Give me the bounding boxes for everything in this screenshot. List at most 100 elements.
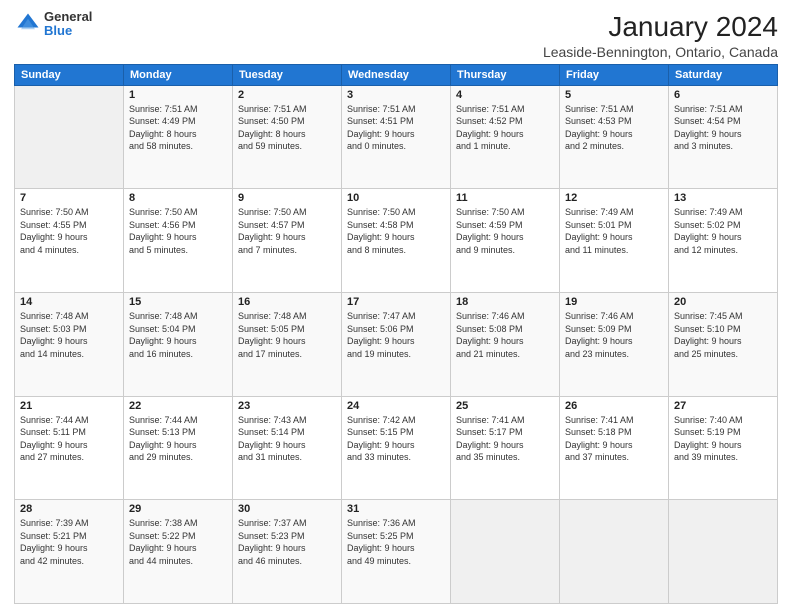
day-info-line: Sunset: 5:14 PM [238, 427, 305, 437]
day-cell: 25Sunrise: 7:41 AMSunset: 5:17 PMDayligh… [451, 396, 560, 500]
day-info: Sunrise: 7:41 AMSunset: 5:17 PMDaylight:… [456, 414, 554, 464]
weekday-header-sunday: Sunday [15, 64, 124, 85]
day-info-line: and 33 minutes. [347, 452, 411, 462]
day-cell: 8Sunrise: 7:50 AMSunset: 4:56 PMDaylight… [124, 189, 233, 293]
day-info-line: Sunset: 5:08 PM [456, 324, 523, 334]
day-cell: 23Sunrise: 7:43 AMSunset: 5:14 PMDayligh… [233, 396, 342, 500]
day-info-line: and 31 minutes. [238, 452, 302, 462]
day-number: 11 [456, 192, 554, 204]
day-cell: 13Sunrise: 7:49 AMSunset: 5:02 PMDayligh… [669, 189, 778, 293]
day-info: Sunrise: 7:50 AMSunset: 4:56 PMDaylight:… [129, 206, 227, 256]
day-info-line: Daylight: 9 hours [20, 543, 88, 553]
day-info-line: Sunrise: 7:50 AM [238, 207, 307, 217]
day-info: Sunrise: 7:46 AM Sunset: 5:08 PM Daylight:… [456, 310, 554, 360]
day-number: 23 [238, 400, 336, 412]
day-info-line: Sunset: 5:03 PM [20, 324, 87, 334]
day-info-line: Sunrise: 7:48 AM [129, 311, 198, 321]
day-info-line: and 42 minutes. [20, 556, 84, 566]
day-info-line: Daylight: 9 hours [565, 440, 633, 450]
day-info-line: Sunset: 5:21 PM [20, 531, 87, 541]
day-cell: 26Sunrise: 7:41 AMSunset: 5:18 PMDayligh… [560, 396, 669, 500]
day-info-line: and 12 minutes. [674, 245, 738, 255]
day-cell: 7Sunrise: 7:50 AMSunset: 4:55 PMDaylight… [15, 189, 124, 293]
day-info-line: and 9 minutes. [456, 245, 515, 255]
day-cell: 19Sunrise: 7:46 AMSunset: 5:09 PMDayligh… [560, 292, 669, 396]
day-info-line: and 19 minutes. [347, 349, 411, 359]
day-info-line: Sunset: 4:49 PM [129, 116, 196, 126]
header: General Blue January 2024 Leaside-Bennin… [14, 10, 778, 60]
day-info-line: Daylight: 9 hours [238, 232, 306, 242]
day-cell: 15Sunrise: 7:48 AMSunset: 5:04 PMDayligh… [124, 292, 233, 396]
day-info: Sunrise: 7:50 AMSunset: 4:59 PMDaylight:… [456, 206, 554, 256]
day-number: 2 [238, 89, 336, 101]
day-cell: 1Sunrise: 7:51 AMSunset: 4:49 PMDaylight… [124, 85, 233, 189]
week-row-4: 21Sunrise: 7:44 AMSunset: 5:11 PMDayligh… [15, 396, 778, 500]
day-info-line: Sunrise: 7:42 AM [347, 415, 416, 425]
day-info-line: Daylight: 9 hours [129, 440, 197, 450]
day-info-line: Daylight: 9 hours [674, 440, 742, 450]
day-info-line: and 14 minutes. [20, 349, 84, 359]
day-info: Sunrise: 7:42 AM Sunset: 5:15 PM Daylight:… [347, 414, 445, 464]
day-cell: 31Sunrise: 7:36 AMSunset: 5:25 PMDayligh… [342, 500, 451, 604]
day-number: 25 [456, 400, 554, 412]
day-info-line: Sunset: 5:17 PM [456, 427, 523, 437]
day-info: Sunrise: 7:51 AMSunset: 4:51 PMDaylight:… [347, 103, 445, 153]
calendar-table: SundayMondayTuesdayWednesdayThursdayFrid… [14, 64, 778, 604]
day-info-line: Sunset: 4:55 PM [20, 220, 87, 230]
day-info-line: Sunset: 4:58 PM [347, 220, 414, 230]
day-info-line: and 8 minutes. [347, 245, 406, 255]
logo-blue-text: Blue [44, 24, 92, 38]
day-info: Sunrise: 7:51 AMSunset: 4:50 PMDaylight:… [238, 103, 336, 153]
day-info-line: Sunset: 5:15 PM [347, 427, 414, 437]
day-info-line: Sunset: 4:51 PM [347, 116, 414, 126]
day-info: Sunrise: 7:36 AMSunset: 5:25 PMDaylight:… [347, 517, 445, 567]
day-info: Sunrise: 7:51 AMSunset: 4:52 PMDaylight:… [456, 103, 554, 153]
day-info-line: and 0 minutes. [347, 141, 406, 151]
day-cell: 29Sunrise: 7:38 AMSunset: 5:22 PMDayligh… [124, 500, 233, 604]
day-info-line: Sunrise: 7:48 AM [238, 311, 307, 321]
day-info-line: Sunrise: 7:40 AM [674, 415, 743, 425]
day-number: 16 [238, 296, 336, 308]
weekday-header-saturday: Saturday [669, 64, 778, 85]
day-number: 7 [20, 192, 118, 204]
day-info-line: Daylight: 8 hours [129, 129, 197, 139]
day-info-line: Daylight: 9 hours [238, 336, 306, 346]
day-info-line: Sunrise: 7:51 AM [238, 104, 307, 114]
day-info-line: and 23 minutes. [565, 349, 629, 359]
day-info-line: and 2 minutes. [565, 141, 624, 151]
day-info-line: Daylight: 9 hours [456, 232, 524, 242]
day-info-line: Daylight: 9 hours [238, 440, 306, 450]
day-number: 14 [20, 296, 118, 308]
day-info-line: Daylight: 9 hours [456, 336, 524, 346]
day-cell [560, 500, 669, 604]
day-info-line: Daylight: 9 hours [456, 129, 524, 139]
day-info-line: Sunset: 4:57 PM [238, 220, 305, 230]
day-info-line: Sunrise: 7:46 AM [456, 311, 525, 321]
day-info-line: Sunset: 4:52 PM [456, 116, 523, 126]
day-number: 3 [347, 89, 445, 101]
day-info-line: Sunset: 5:06 PM [347, 324, 414, 334]
calendar-title: January 2024 [543, 10, 778, 44]
day-info-line: Sunset: 4:53 PM [565, 116, 632, 126]
day-info-line: and 29 minutes. [129, 452, 193, 462]
day-info-line: Daylight: 8 hours [238, 129, 306, 139]
day-info-line: Sunset: 5:22 PM [129, 531, 196, 541]
day-info-line: Sunset: 5:19 PM [674, 427, 741, 437]
page: General Blue January 2024 Leaside-Bennin… [0, 0, 792, 612]
day-cell: 28Sunrise: 7:39 AMSunset: 5:21 PMDayligh… [15, 500, 124, 604]
day-cell: 22Sunrise: 7:44 AMSunset: 5:13 PMDayligh… [124, 396, 233, 500]
day-info-line: Sunrise: 7:47 AM [347, 311, 416, 321]
day-info: Sunrise: 7:47 AMSunset: 5:06 PMDaylight:… [347, 310, 445, 360]
day-info-line: Sunrise: 7:41 AM [456, 415, 525, 425]
day-cell: 17Sunrise: 7:47 AMSunset: 5:06 PMDayligh… [342, 292, 451, 396]
day-info-line: Daylight: 9 hours [674, 129, 742, 139]
day-info: Sunrise: 7:51 AMSunset: 4:53 PMDaylight:… [565, 103, 663, 153]
day-cell: 30Sunrise: 7:37 AMSunset: 5:23 PMDayligh… [233, 500, 342, 604]
day-info: Sunrise: 7:37 AMSunset: 5:23 PMDaylight:… [238, 517, 336, 567]
day-info-line: Daylight: 9 hours [347, 543, 415, 553]
logo-text: General Blue [44, 10, 92, 39]
day-info-line: Daylight: 9 hours [347, 440, 415, 450]
week-row-2: 7 Sunrise: 7:50 AM Sunset: 4:55 PM Daylight… [15, 189, 778, 293]
day-number: 28 [20, 503, 118, 515]
day-info: Sunrise: 7:50 AM Sunset: 4:57 PM Daylight:… [238, 206, 336, 256]
